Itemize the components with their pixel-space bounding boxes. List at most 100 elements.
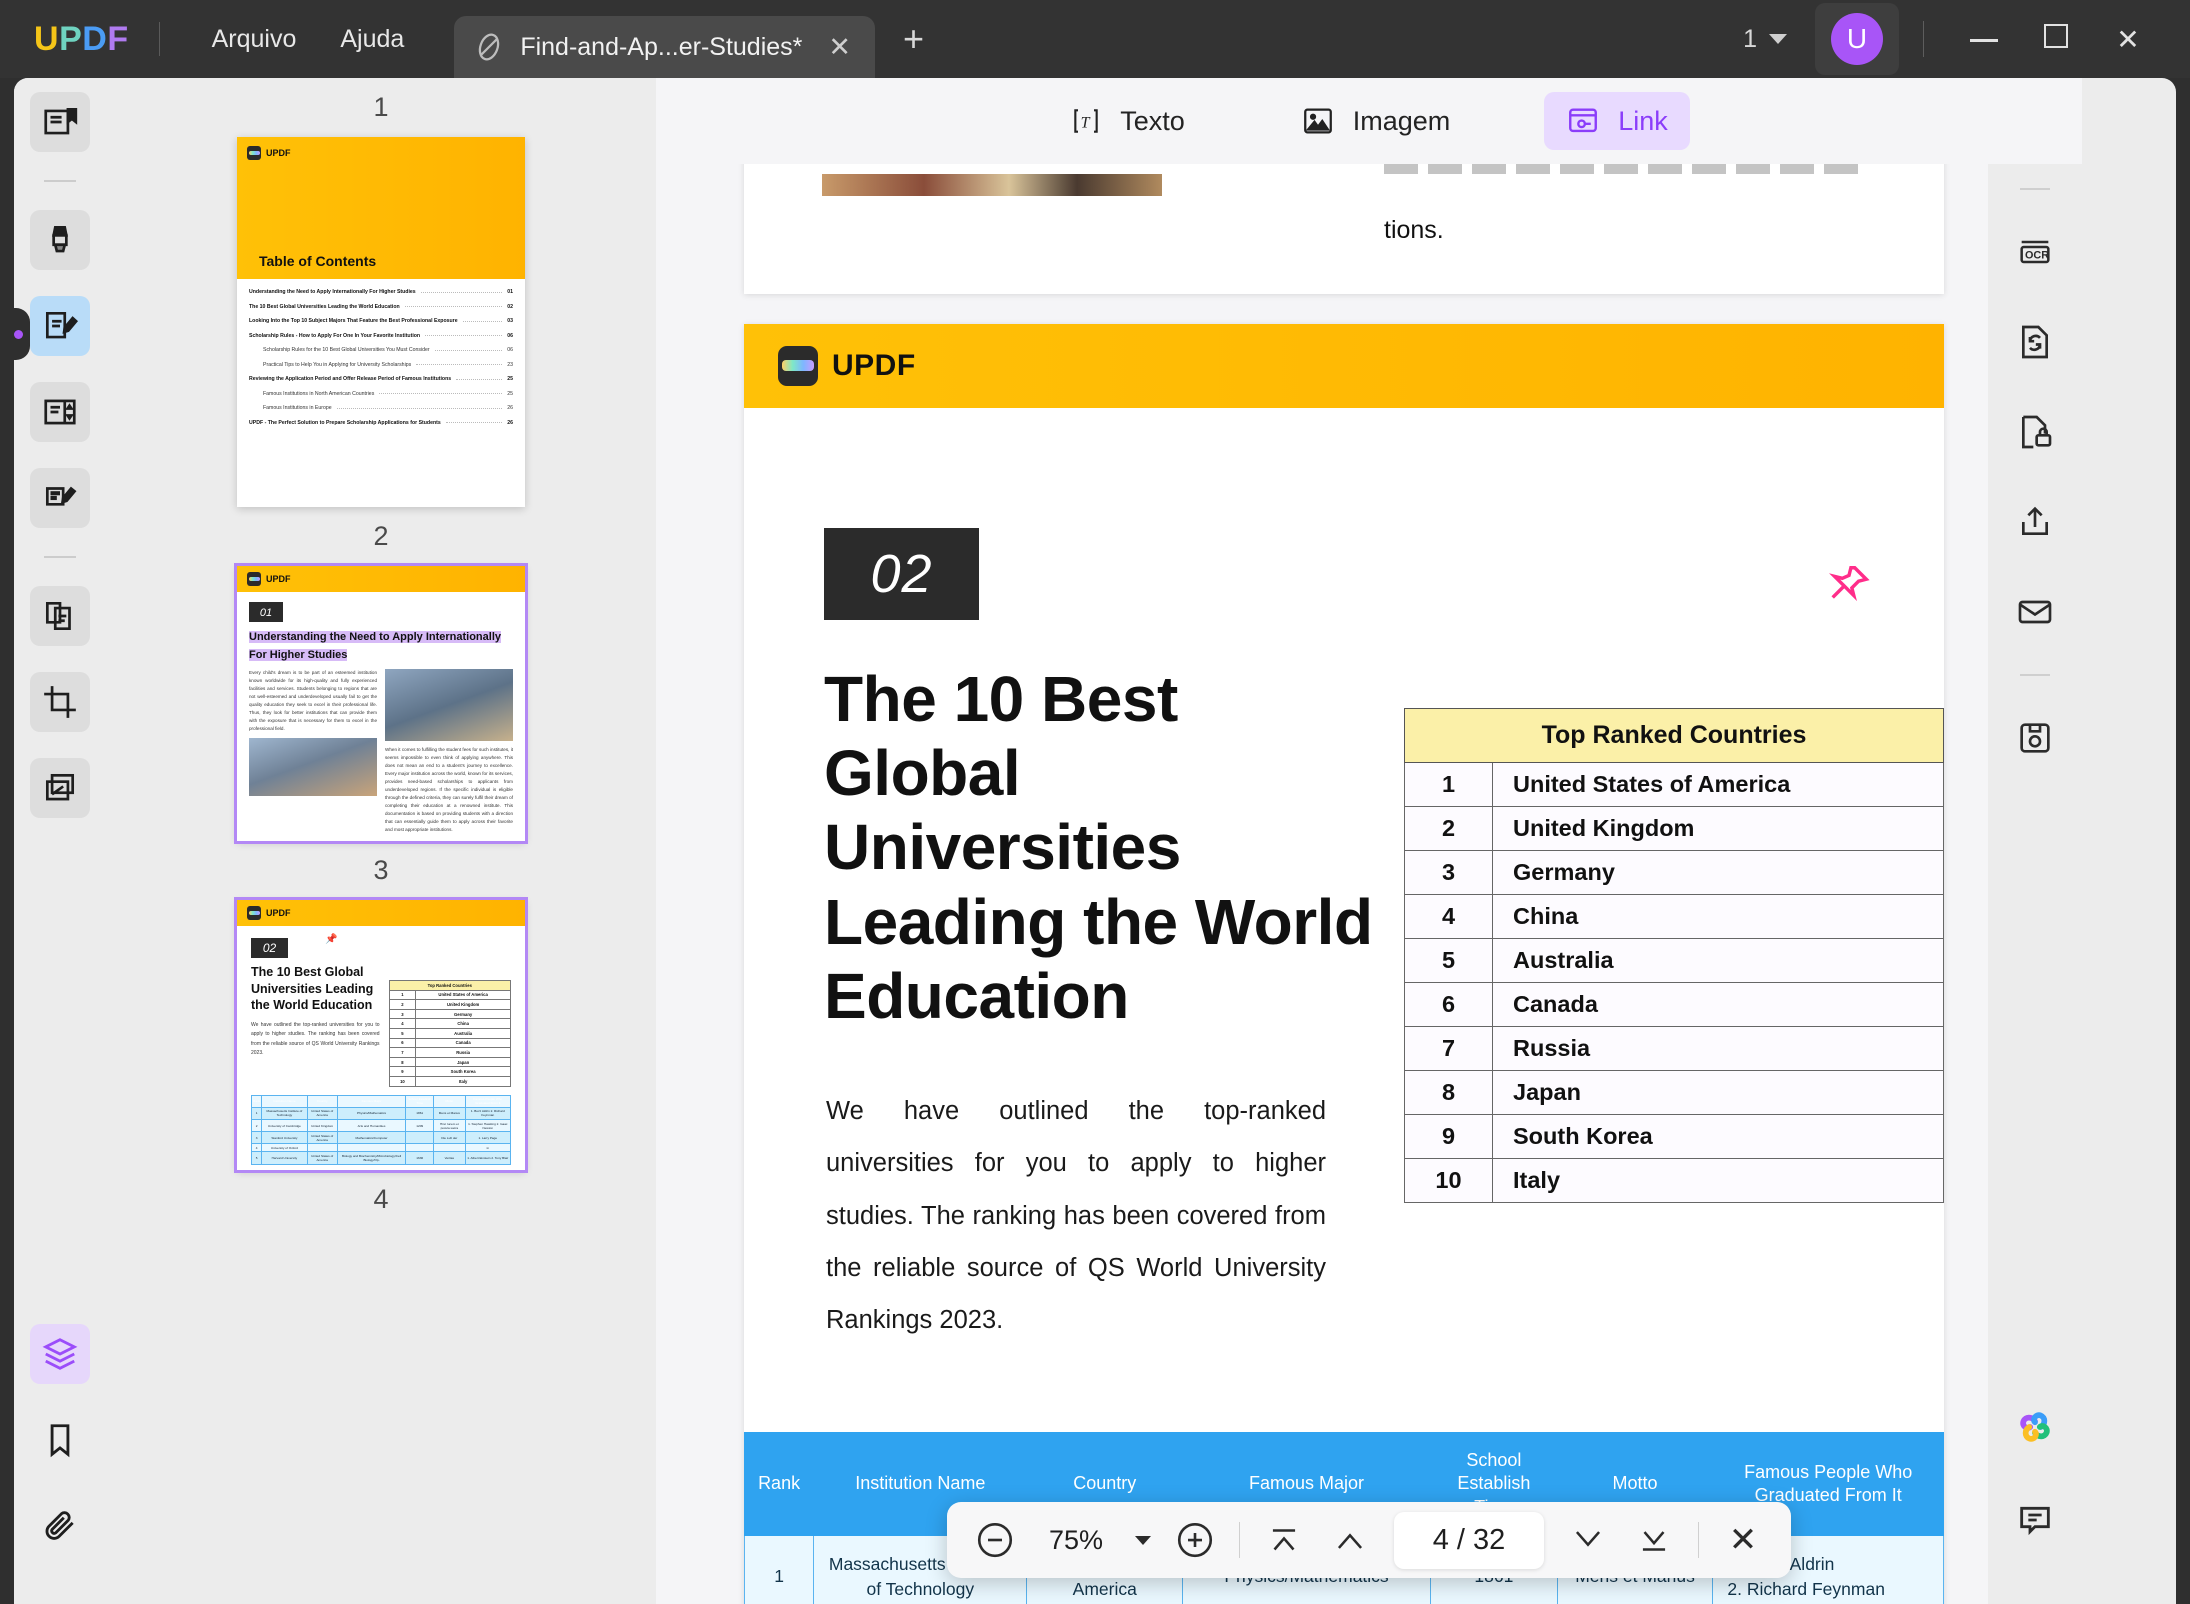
zoom-level-label[interactable]: 75% <box>1039 1525 1113 1556</box>
highlighter-icon[interactable] <box>30 210 90 270</box>
zoom-dropdown-icon[interactable] <box>1135 1536 1151 1545</box>
country-rank: 7 <box>1405 1027 1493 1071</box>
thumb4-uni-header: Rank <box>252 1095 262 1107</box>
toc-entry-text: Reviewing the Application Period and Off… <box>249 376 451 382</box>
email-icon[interactable] <box>2007 584 2063 640</box>
thumb3-photo-bottom <box>249 738 377 796</box>
toc-entry-text: Scholarship Rules for the 10 Best Global… <box>263 347 430 353</box>
country-name: United States of America <box>1493 763 1944 807</box>
titlebar-divider <box>159 22 160 56</box>
country-name: Australia <box>1493 939 1944 983</box>
menu-arquivo[interactable]: Arquivo <box>190 15 319 64</box>
top-ranked-countries-table: Top Ranked Countries 1United States of A… <box>1404 708 1944 1203</box>
ocr-icon[interactable]: OCR <box>2007 224 2063 280</box>
thumb4-country: United States of America <box>416 990 511 1000</box>
app-body: 1 UPDF Table of Contents Understanding t… <box>14 78 2176 1604</box>
zoom-in-button[interactable] <box>1173 1518 1217 1562</box>
zoombar-divider <box>1239 1522 1240 1558</box>
ai-assistant-icon[interactable] <box>2012 1404 2058 1450</box>
thumb4-uni-cell: 1 <box>252 1107 262 1119</box>
comment-icon[interactable] <box>2007 1492 2063 1548</box>
maximize-button[interactable] <box>2020 23 2092 55</box>
right-tool-separator <box>2020 188 2050 190</box>
toc-entry-page: 25 <box>507 391 513 397</box>
thumb4-country: Canada <box>416 1038 511 1048</box>
close-toolbar-button[interactable]: ✕ <box>1721 1518 1765 1562</box>
thumb4-uni-header: Famous People Who Graduated From It <box>465 1095 510 1107</box>
annotate-icon[interactable] <box>30 296 90 356</box>
thumb4-paragraph: We have outlined the top-ranked universi… <box>251 1021 380 1059</box>
batch-icon[interactable] <box>30 758 90 818</box>
save-as-icon[interactable] <box>2007 710 2063 766</box>
thumb4-country: Japan <box>416 1057 511 1067</box>
share-icon[interactable] <box>2007 494 2063 550</box>
panel-drag-handle[interactable] <box>14 308 30 360</box>
tool-texto[interactable]: T Texto <box>1048 93 1207 149</box>
thumb4-uni-cell: 4 <box>252 1144 262 1152</box>
thumb4-uni-cell: United States of America <box>307 1107 337 1119</box>
thumb4-uni-cell: Massachusetts Institute of Technology <box>262 1107 307 1119</box>
thumbnail-number-4: 4 <box>106 1170 656 1229</box>
crop-icon[interactable] <box>30 672 90 732</box>
country-rank: 4 <box>1405 895 1493 939</box>
fill-sign-icon[interactable] <box>30 468 90 528</box>
toc-entry: Scholarship Rules for the 10 Best Global… <box>249 347 513 353</box>
tool-link[interactable]: Link <box>1544 92 1690 150</box>
thumbnail-panel[interactable]: 1 UPDF Table of Contents Understanding t… <box>106 78 656 1604</box>
tool-link-label: Link <box>1618 106 1668 137</box>
current-page[interactable]: UPDF 02 The 10 Best Global Universities … <box>744 324 1944 1604</box>
bookmark-icon[interactable] <box>30 1410 90 1470</box>
first-page-icon[interactable] <box>1262 1518 1306 1562</box>
thumb4-rank: 5 <box>389 1028 416 1038</box>
protect-pdf-icon[interactable] <box>2007 404 2063 460</box>
attachment-icon[interactable] <box>30 1496 90 1556</box>
thumbnail-page-4[interactable]: UPDF 📌 02 The 10 Best Global Universitie… <box>237 900 525 1170</box>
edit-pdf-icon[interactable] <box>30 382 90 442</box>
document-tab[interactable]: Find-and-Ap...er-Studies* ✕ <box>454 16 875 78</box>
close-tab-icon[interactable]: ✕ <box>822 32 857 63</box>
page-indicator[interactable]: 4 / 32 <box>1394 1512 1544 1569</box>
close-window-button[interactable]: ✕ <box>2092 23 2164 56</box>
next-page-icon[interactable] <box>1566 1518 1610 1562</box>
previous-page-icon[interactable] <box>1328 1518 1372 1562</box>
country-name: Russia <box>1493 1027 1944 1071</box>
country-name: Italy <box>1493 1159 1944 1203</box>
page-canvas[interactable]: tions. UPDF 02 The 10 Best Global Univer… <box>656 164 2082 1604</box>
account-button[interactable]: U <box>1815 3 1899 75</box>
table-row: 2United Kingdom <box>1405 807 1944 851</box>
toc-entry-page: 06 <box>507 347 513 353</box>
thumb4-rank: 9 <box>389 1067 416 1077</box>
thumb4-country: Italy <box>416 1076 511 1086</box>
thumb4-uni-header: Institution Name <box>262 1095 307 1107</box>
toc-entry: Understanding the Need to Apply Internat… <box>249 289 513 295</box>
menu-ajuda[interactable]: Ajuda <box>318 15 426 64</box>
window-count-label: 1 <box>1743 25 1757 54</box>
thumb4-heading: The 10 Best Global Universities Leading … <box>251 964 380 1014</box>
thumbnail-page-3[interactable]: UPDF 01 Understanding the Need to Apply … <box>237 566 525 841</box>
country-name: United Kingdom <box>1493 807 1944 851</box>
logo-letter-f: F <box>107 20 128 59</box>
zoom-out-button[interactable] <box>973 1518 1017 1562</box>
page-navigation-toolbar[interactable]: 75% 4 / 32 ✕ <box>947 1502 1791 1578</box>
organize-pages-icon[interactable] <box>30 586 90 646</box>
left-tool-rail-bottom <box>30 1324 90 1604</box>
country-name: Japan <box>1493 1071 1944 1115</box>
thumbnails-layers-icon[interactable] <box>30 1324 90 1384</box>
read-mode-icon[interactable] <box>30 92 90 152</box>
heading-line-2: Global Universities <box>824 736 1384 884</box>
toc-entry: Reviewing the Application Period and Off… <box>249 376 513 382</box>
tool-imagem[interactable]: Imagem <box>1279 92 1473 150</box>
thumbnail-page-2[interactable]: UPDF Table of Contents Understanding the… <box>237 137 525 507</box>
thumb4-uni-cell: Biology and Biochemistry/Microbiology/Ce… <box>337 1152 406 1164</box>
convert-pdf-icon[interactable] <box>2007 314 2063 370</box>
country-rank: 6 <box>1405 983 1493 1027</box>
thumb4-uni-cell: Physics/Mathematics <box>337 1107 406 1119</box>
minimize-button[interactable] <box>1948 23 2020 55</box>
image-tool-icon <box>1301 104 1335 138</box>
last-page-icon[interactable] <box>1632 1518 1676 1562</box>
pin-annotation-icon[interactable] <box>1826 562 1872 608</box>
new-tab-button[interactable]: + <box>903 18 924 60</box>
thumb-logo-icon <box>247 146 261 160</box>
window-list-button[interactable]: 1 <box>1729 17 1801 62</box>
thumb4-uni-cell: 1. Stephen Hawking 2. Isaac Newton <box>465 1119 510 1131</box>
